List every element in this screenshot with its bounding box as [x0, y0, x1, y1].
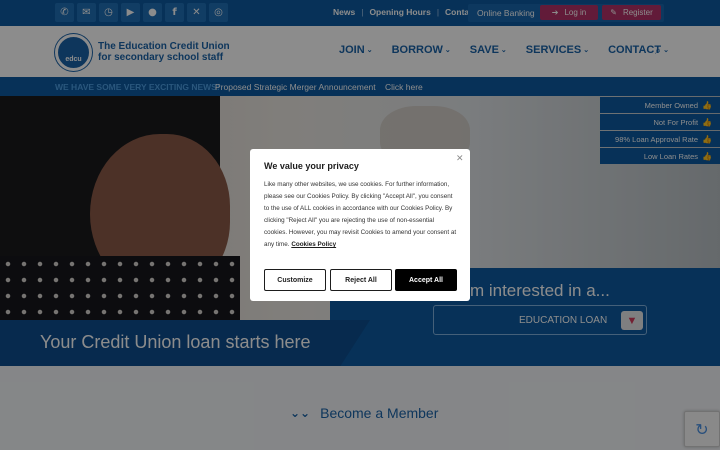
cookies-policy-link[interactable]: Cookies Policy [291, 241, 336, 248]
customize-button[interactable]: Customize [264, 269, 326, 291]
cookie-title: We value your privacy [264, 161, 359, 171]
cookie-body-text: Like many other websites, we use cookies… [264, 181, 457, 248]
reject-all-button[interactable]: Reject All [330, 269, 392, 291]
cookie-consent-modal: We value your privacy ✕ Like many other … [250, 149, 470, 301]
accept-all-button[interactable]: Accept All [395, 269, 457, 291]
close-icon[interactable]: ✕ [456, 154, 464, 164]
cookie-body: Like many other websites, we use cookies… [264, 179, 458, 251]
